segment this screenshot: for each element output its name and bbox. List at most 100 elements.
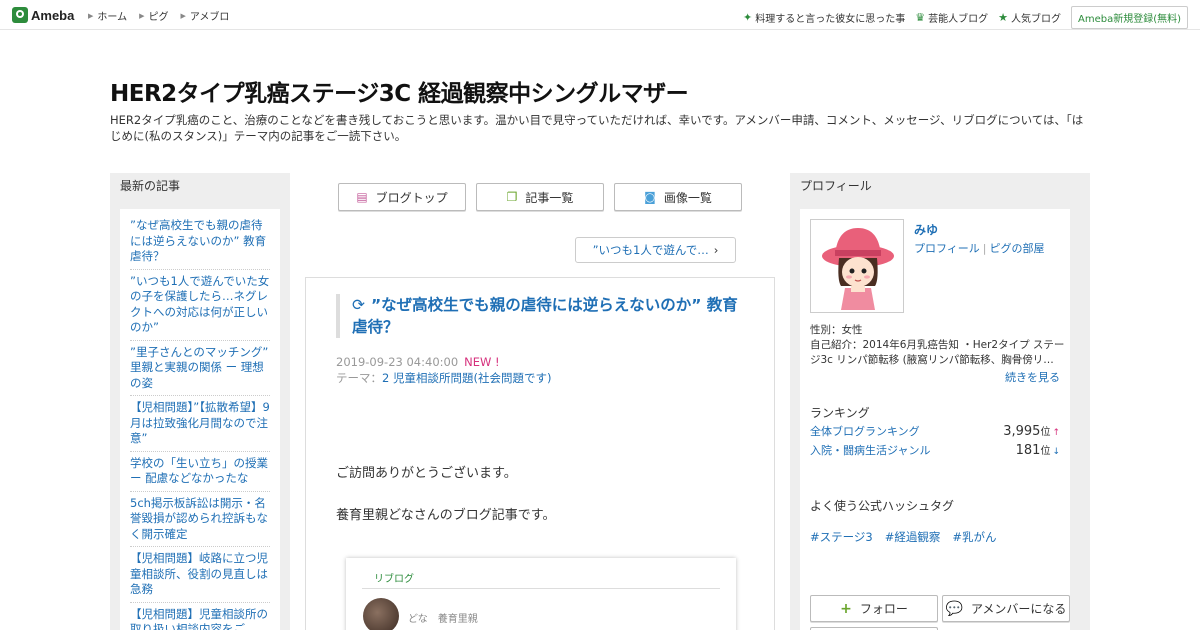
article-paragraph: ご訪問ありがとうございます。 (336, 466, 517, 481)
top-nav-ameblo[interactable]: ▶ アメブロ (180, 8, 230, 24)
celebrity-blog-link[interactable]: ♛ 芸能人ブログ (915, 10, 988, 25)
ranking-link[interactable]: 入院・闘病生活ジャンル (810, 442, 930, 458)
profile-name[interactable]: みゆ (914, 221, 938, 238)
recent-article-link[interactable]: ”なぜ高校生でも親の虐待には逆らえないのか” 教育虐待？ (130, 214, 270, 270)
top-nav: ▶ ホーム ▶ ピグ ▶ アメブロ (88, 8, 230, 24)
profile-box: プロフィール みゆ プロフィール | ピグの部屋 性別：女性 自己紹介：2014… (790, 173, 1090, 630)
recent-article-link[interactable]: 【児相問題】児童相談所の取り扱い相談内容をご (130, 603, 270, 630)
recent-articles-heading: 最新の記事 (120, 179, 181, 193)
crown-icon: ♛ (915, 11, 926, 24)
top-nav-home[interactable]: ▶ ホーム (88, 8, 127, 24)
chevron-right-icon: › (713, 243, 719, 257)
top-right-links: ✦ 料理すると言った彼女に思った事 ♛ 芸能人ブログ ★ 人気ブログ Ameba新規登… (743, 6, 1188, 29)
camera-icon: ◙ (644, 190, 656, 204)
button-label: 画像一覧 (663, 190, 712, 205)
blog-title[interactable]: HER2タイプ乳癌ステージ3C 経過観察中シングルマザー (110, 74, 689, 108)
recent-article-link[interactable]: 5ch掲示板訴訟は開示・名誉毀損が認められ控訴もなく開示確定 (130, 492, 270, 547)
theme-label: テーマ： (336, 371, 382, 385)
amember-button[interactable]: 💬 アメンバーになる (942, 595, 1070, 622)
ameba-logo-icon (12, 7, 28, 23)
follow-buttons: + フォロー 💬 アメンバーになる (810, 595, 1070, 622)
profile-heading: プロフィール (800, 179, 872, 193)
reblog-avatar (363, 598, 399, 630)
chevron-right-icon: ▶ (180, 11, 186, 20)
ameba-logo[interactable]: Ameba (12, 6, 74, 24)
rank-number: 3,995 (1003, 424, 1041, 439)
blog-top-button[interactable]: ▤ ブログトップ (338, 183, 466, 211)
document-icon: ▤ (356, 190, 368, 204)
button-label: アメンバーになる (971, 602, 1067, 616)
chevron-right-icon: ▶ (88, 11, 94, 20)
popular-blog-link[interactable]: ★ 人気ブログ (998, 10, 1061, 25)
article-date: 2019-09-23 04:40:00 (336, 355, 459, 369)
reblog-icon: ⟳ (352, 296, 365, 314)
button-label: 記事一覧 (525, 190, 574, 205)
link-label: 料理すると言った彼女に思った事 (755, 14, 906, 25)
recent-article-link[interactable]: ”いつも1人で遊んでいた女の子を保護したら…ネグレクトへの対応は何が正しいのか” (130, 270, 270, 341)
pigg-room-link[interactable]: ピグの部屋 (990, 242, 1045, 255)
chat-bubble-icon: 💬 (945, 600, 964, 617)
profile-link[interactable]: プロフィール (914, 242, 980, 255)
recent-articles-box: 最新の記事 ”なぜ高校生でも親の虐待には逆らえないのか” 教育虐待？ ”いつも1… (110, 173, 290, 630)
follow-button[interactable]: + フォロー (810, 595, 938, 622)
ranking-row: 入院・闘病生活ジャンル 181位 ↓ (810, 442, 1060, 458)
link-label: 芸能人ブログ (928, 14, 989, 25)
article-paragraph: 養育里親どなさんのブログ記事です。 (336, 508, 556, 523)
article-list-button[interactable]: ❐ 記事一覧 (476, 183, 604, 211)
blog-description: HER2タイプ乳癌のこと、治療のことなどを書き残しておこうと思います。温かい目で… (110, 113, 1084, 143)
reblog-author: どな 養育里親 (408, 614, 478, 625)
hashtag-link[interactable]: #ステージ3 (810, 529, 873, 545)
ranking-row: 全体ブログランキング 3,995位 ↑ (810, 423, 1060, 439)
recent-articles-list: ”なぜ高校生でも親の虐待には逆らえないのか” 教育虐待？ ”いつも1人で遊んでい… (120, 209, 280, 630)
star-icon: ★ (998, 11, 1008, 24)
article-body: ご訪問ありがとうございます。 養育里親どなさんのブログ記事です。 (336, 464, 555, 548)
top-nav-pigg[interactable]: ▶ ピグ (139, 8, 169, 24)
article: ⟳ ”なぜ高校生でも親の虐待には逆らえないのか” 教育虐待？ 2019-09-23… (305, 277, 775, 630)
plus-icon: + (840, 600, 852, 617)
ranking-heading: ランキング (810, 406, 870, 420)
recent-article-link[interactable]: 【児相問題】”【拡散希望】9月は拉致強化月間なので注意” (130, 396, 270, 452)
new-badge: NEW ! (464, 355, 500, 369)
rank-number: 181 (1015, 443, 1041, 458)
reblog-card[interactable]: リブログ どな 養育里親 (346, 558, 736, 630)
article-title[interactable]: ⟳ ”なぜ高校生でも親の虐待には逆らえないのか” 教育虐待？ (336, 294, 746, 338)
image-list-button[interactable]: ◙ 画像一覧 (614, 183, 742, 211)
sparkle-icon: ✦ (743, 11, 753, 24)
rank-unit: 位 (1040, 446, 1051, 457)
theme-link[interactable]: 2 児童相談所問題(社会問題です) (382, 371, 551, 385)
link-label: 人気ブログ (1010, 14, 1061, 25)
hashtag-link[interactable]: #乳がん (952, 529, 996, 545)
article-title-text: ”なぜ高校生でも親の虐待には逆らえないのか” 教育虐待？ (352, 296, 738, 336)
avatar-illustration (811, 220, 903, 312)
hashtag-list: #ステージ3 #経過観察 #乳がん (810, 529, 997, 545)
top-nav-label: アメブロ (189, 12, 230, 23)
profile-detail: 性別：女性 自己紹介：2014年6月乳癌告知 ・Her2タイプ ステージ3c リ… (810, 323, 1072, 368)
see-more-link[interactable]: 続きを見る (1005, 369, 1060, 385)
reblog-label: リブログ (374, 574, 414, 585)
hashtag-link[interactable]: #経過観察 (885, 529, 941, 545)
top-nav-label: ピグ (148, 12, 169, 23)
next-article-label: ”いつも1人で遊んで… (592, 243, 709, 257)
next-article-button[interactable]: ”いつも1人で遊んで… › (575, 237, 736, 263)
rank-unit: 位 (1040, 427, 1051, 438)
ranking-value: 181位 ↓ (1016, 442, 1060, 458)
button-label: フォロー (859, 602, 908, 616)
recent-article-link[interactable]: 学校の「生い立ち」の授業 ー 配慮などなかったな (130, 452, 270, 492)
ranking-value: 3,995位 ↑ (1003, 423, 1060, 439)
divider (362, 588, 720, 589)
ranking-link[interactable]: 全体ブログランキング (810, 423, 920, 439)
chevron-right-icon: ▶ (139, 11, 145, 20)
blog-nav-buttons: ▤ ブログトップ ❐ 記事一覧 ◙ 画像一覧 (338, 183, 742, 211)
article-meta: 2019-09-23 04:40:00 NEW ! テーマ：2 児童相談所問題(社… (336, 354, 551, 386)
list-icon: ❐ (506, 190, 518, 204)
trend-down-icon: ↓ (1052, 447, 1060, 457)
recent-article-link[interactable]: 【児相問題】岐路に立つ児童相談所、役割の見直しは急務 (130, 547, 270, 603)
profile-content: みゆ プロフィール | ピグの部屋 性別：女性 自己紹介：2014年6月乳癌告知 ・… (800, 209, 1070, 630)
recent-article-link[interactable]: ”里子さんとのマッチング” 里親と実親の関係 ー 理想の姿 (130, 341, 270, 396)
profile-gender: 性別：女性 (810, 324, 863, 336)
trending-topic-link[interactable]: ✦ 料理すると言った彼女に思った事 (743, 10, 905, 25)
profile-intro: 自己紹介：2014年6月乳癌告知 ・Her2タイプ ステージ3c リンパ節転移 … (810, 339, 1065, 366)
profile-avatar[interactable] (810, 219, 904, 313)
logo-text: Ameba (31, 7, 75, 23)
register-button[interactable]: Ameba新規登録(無料) (1070, 6, 1188, 29)
